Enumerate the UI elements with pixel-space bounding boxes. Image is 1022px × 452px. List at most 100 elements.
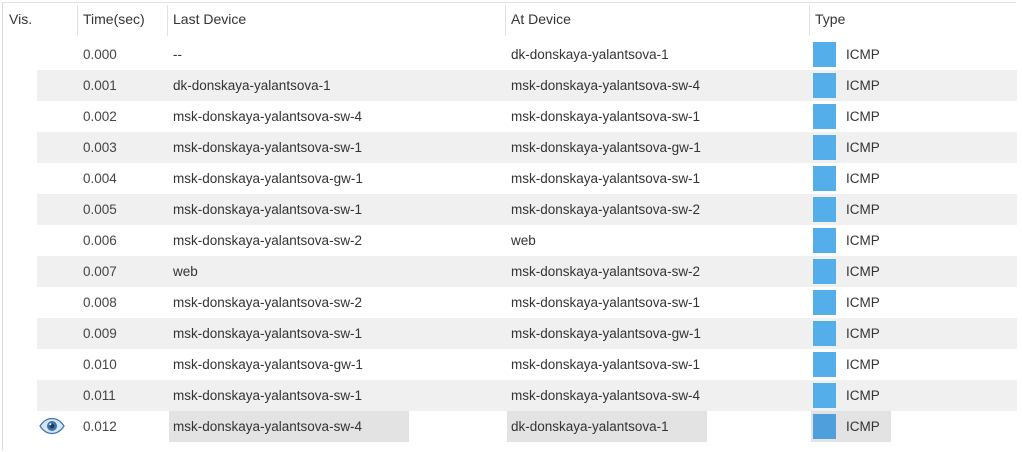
type-label: ICMP xyxy=(846,326,880,341)
time-cell: 0.005 xyxy=(83,202,117,217)
last-device-cell: -- xyxy=(173,47,182,62)
table-row[interactable]: 0.000 -- dk-donskaya-yalantsova-1 ICMP xyxy=(3,39,1017,70)
time-cell: 0.000 xyxy=(83,47,117,62)
time-cell: 0.012 xyxy=(83,419,117,434)
table-row[interactable]: 0.007 web msk-donskaya-yalantsova-sw-2 I… xyxy=(3,256,1017,287)
type-label: ICMP xyxy=(846,264,880,279)
type-color-swatch xyxy=(813,228,836,253)
type-label: ICMP xyxy=(846,419,880,434)
at-device-cell: msk-donskaya-yalantsova-sw-4 xyxy=(511,388,701,403)
last-device-cell: msk-donskaya-yalantsova-sw-1 xyxy=(173,140,363,155)
header-time[interactable]: Time(sec) xyxy=(83,3,145,36)
last-device-cell: msk-donskaya-yalantsova-sw-2 xyxy=(173,233,363,248)
time-cell: 0.001 xyxy=(83,78,117,93)
table-row[interactable]: 0.001 dk-donskaya-yalantsova-1 msk-donsk… xyxy=(3,70,1017,101)
header-at-device[interactable]: At Device xyxy=(511,3,571,36)
table-row[interactable]: 0.002 msk-donskaya-yalantsova-sw-4 msk-d… xyxy=(3,101,1017,132)
type-label: ICMP xyxy=(846,47,880,62)
type-cell: ICMP xyxy=(813,380,1013,411)
type-label: ICMP xyxy=(846,202,880,217)
type-cell: ICMP xyxy=(813,287,1013,318)
type-color-swatch xyxy=(813,259,836,284)
last-device-cell: msk-donskaya-yalantsova-sw-4 xyxy=(173,419,363,434)
event-list-table: Vis. Time(sec) Last Device At Device Typ… xyxy=(2,2,1017,450)
table-row[interactable]: 0.006 msk-donskaya-yalantsova-sw-2 web I… xyxy=(3,225,1017,256)
at-device-cell: msk-donskaya-yalantsova-sw-1 xyxy=(511,171,701,186)
at-device-cell: msk-donskaya-yalantsova-sw-1 xyxy=(511,295,701,310)
at-device-cell: msk-donskaya-yalantsova-sw-1 xyxy=(511,357,701,372)
last-device-cell: web xyxy=(173,264,198,279)
last-device-cell: msk-donskaya-yalantsova-sw-4 xyxy=(173,109,363,124)
header-vis[interactable]: Vis. xyxy=(9,3,32,36)
column-divider[interactable] xyxy=(505,5,506,36)
table-row[interactable]: 0.003 msk-donskaya-yalantsova-sw-1 msk-d… xyxy=(3,132,1017,163)
type-cell: ICMP xyxy=(813,39,1013,70)
table-header: Vis. Time(sec) Last Device At Device Typ… xyxy=(3,3,1017,36)
type-color-swatch xyxy=(813,290,836,315)
time-cell: 0.003 xyxy=(83,140,117,155)
type-cell: ICMP xyxy=(813,256,1013,287)
type-label: ICMP xyxy=(846,109,880,124)
table-row[interactable]: 0.005 msk-donskaya-yalantsova-sw-1 msk-d… xyxy=(3,194,1017,225)
type-label: ICMP xyxy=(846,357,880,372)
last-device-cell: msk-donskaya-yalantsova-sw-1 xyxy=(173,326,363,341)
column-divider[interactable] xyxy=(77,5,78,36)
type-color-swatch xyxy=(813,321,836,346)
at-device-cell: msk-donskaya-yalantsova-sw-2 xyxy=(511,202,701,217)
last-device-cell: msk-donskaya-yalantsova-sw-1 xyxy=(173,388,363,403)
last-device-cell: msk-donskaya-yalantsova-gw-1 xyxy=(173,357,363,372)
table-row[interactable]: 0.008 msk-donskaya-yalantsova-sw-2 msk-d… xyxy=(3,287,1017,318)
at-device-cell: msk-donskaya-yalantsova-sw-2 xyxy=(511,264,701,279)
type-color-swatch xyxy=(813,73,836,98)
type-color-swatch xyxy=(813,42,836,67)
time-cell: 0.004 xyxy=(83,171,117,186)
at-device-cell: web xyxy=(511,233,536,248)
at-device-cell: msk-donskaya-yalantsova-sw-1 xyxy=(511,109,701,124)
type-color-swatch xyxy=(813,166,836,191)
time-cell: 0.008 xyxy=(83,295,117,310)
table-row[interactable]: 0.009 msk-donskaya-yalantsova-sw-1 msk-d… xyxy=(3,318,1017,349)
table-row[interactable]: 0.010 msk-donskaya-yalantsova-gw-1 msk-d… xyxy=(3,349,1017,380)
type-cell: ICMP xyxy=(813,163,1013,194)
time-cell: 0.010 xyxy=(83,357,117,372)
type-color-swatch xyxy=(813,197,836,222)
time-cell: 0.009 xyxy=(83,326,117,341)
type-cell: ICMP xyxy=(813,318,1013,349)
table-row[interactable]: 0.004 msk-donskaya-yalantsova-gw-1 msk-d… xyxy=(3,163,1017,194)
time-cell: 0.002 xyxy=(83,109,117,124)
type-label: ICMP xyxy=(846,295,880,310)
column-divider[interactable] xyxy=(167,5,168,36)
type-label: ICMP xyxy=(846,78,880,93)
header-type[interactable]: Type xyxy=(815,3,845,36)
table-row[interactable]: 0.011 msk-donskaya-yalantsova-sw-1 msk-d… xyxy=(3,380,1017,411)
time-cell: 0.011 xyxy=(83,388,116,403)
type-label: ICMP xyxy=(846,388,880,403)
at-device-cell: msk-donskaya-yalantsova-gw-1 xyxy=(511,140,701,155)
type-cell: ICMP xyxy=(813,225,1013,256)
last-device-cell: msk-donskaya-yalantsova-sw-1 xyxy=(173,202,363,217)
table-row[interactable]: 0.012 msk-donskaya-yalantsova-sw-4 dk-do… xyxy=(3,411,1017,442)
type-cell: ICMP xyxy=(813,194,1013,225)
last-device-cell: msk-donskaya-yalantsova-sw-2 xyxy=(173,295,363,310)
type-label: ICMP xyxy=(846,171,880,186)
table-body: 0.000 -- dk-donskaya-yalantsova-1 ICMP 0… xyxy=(3,39,1017,442)
type-color-swatch xyxy=(813,135,836,160)
type-label: ICMP xyxy=(846,140,880,155)
type-cell: ICMP xyxy=(813,411,1013,442)
type-color-swatch xyxy=(813,414,836,439)
eye-icon[interactable] xyxy=(39,417,65,435)
type-cell: ICMP xyxy=(813,70,1013,101)
type-color-swatch xyxy=(813,383,836,408)
last-device-cell: dk-donskaya-yalantsova-1 xyxy=(173,78,331,93)
at-device-cell: msk-donskaya-yalantsova-gw-1 xyxy=(511,326,701,341)
at-device-cell: msk-donskaya-yalantsova-sw-4 xyxy=(511,78,701,93)
type-label: ICMP xyxy=(846,233,880,248)
type-color-swatch xyxy=(813,104,836,129)
column-divider[interactable] xyxy=(809,5,810,36)
at-device-cell: dk-donskaya-yalantsova-1 xyxy=(511,419,669,434)
type-color-swatch xyxy=(813,352,836,377)
time-cell: 0.007 xyxy=(83,264,117,279)
header-last-device[interactable]: Last Device xyxy=(173,3,246,36)
time-cell: 0.006 xyxy=(83,233,117,248)
last-device-cell: msk-donskaya-yalantsova-gw-1 xyxy=(173,171,363,186)
